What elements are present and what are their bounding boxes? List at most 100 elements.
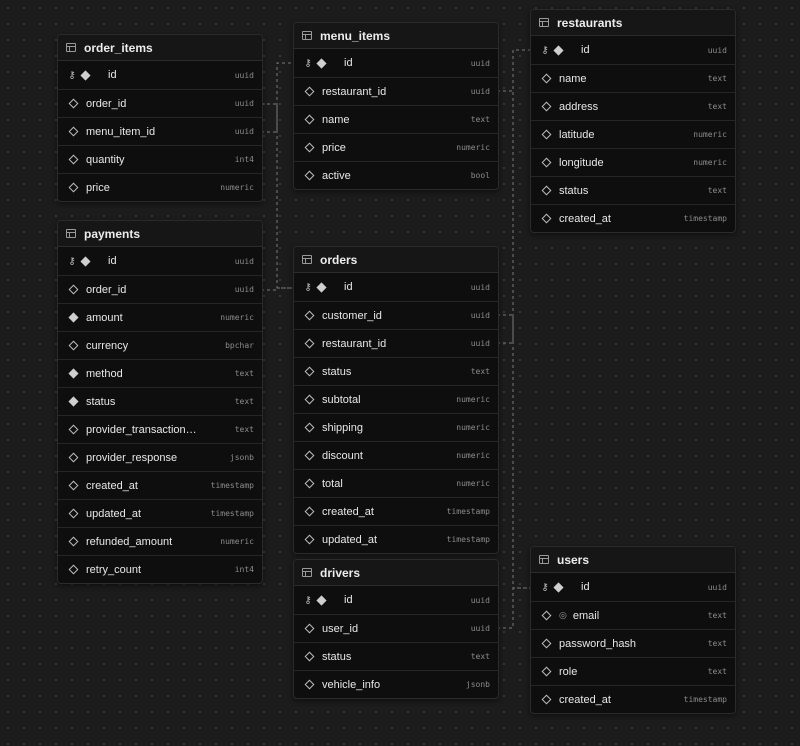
fk-menu-items-restaurant-id [497, 49, 530, 92]
column-row[interactable]: active bool [294, 161, 498, 189]
column-row[interactable]: currency bpchar [58, 331, 262, 359]
column-name: provider_response [86, 451, 178, 464]
column-row[interactable]: password_hash text [531, 629, 735, 657]
column-name: total [322, 477, 343, 490]
column-row[interactable]: ⚷ id uuid [531, 573, 735, 601]
table-header[interactable]: drivers [294, 560, 498, 586]
column-type: jsonb [465, 680, 490, 689]
hollow-diamond-icon [304, 170, 315, 181]
column-name: id [581, 44, 590, 56]
column-row[interactable]: customer_id uuid [294, 301, 498, 329]
column-row[interactable]: name text [294, 105, 498, 133]
column-row[interactable]: name text [531, 64, 735, 92]
column-row[interactable]: discount numeric [294, 441, 498, 469]
table-header[interactable]: payments [58, 221, 262, 247]
column-row[interactable]: ⚷ id uuid [294, 273, 498, 301]
column-type: uuid [470, 624, 490, 633]
column-row[interactable]: refunded_amount numeric [58, 527, 262, 555]
column-name: longitude [559, 156, 604, 169]
column-name: id [581, 581, 590, 593]
column-row[interactable]: menu_item_id uuid [58, 117, 262, 145]
table-menu-items[interactable]: menu_items ⚷ id uuid restaurant_id uuid name t… [293, 22, 499, 190]
table-name: menu_items [320, 28, 391, 43]
column-row[interactable]: ⚷ id uuid [58, 247, 262, 275]
column-row[interactable]: address text [531, 92, 735, 120]
column-row[interactable]: provider_response jsonb [58, 443, 262, 471]
column-row[interactable]: quantity int4 [58, 145, 262, 173]
column-row[interactable]: restaurant_id uuid [294, 329, 498, 357]
column-name: provider_transaction… [86, 423, 197, 436]
hollow-diamond-icon [541, 73, 552, 84]
column-type: text [234, 369, 254, 378]
column-row[interactable]: ⚷ id uuid [294, 586, 498, 614]
column-row[interactable]: ⚷ id uuid [294, 49, 498, 77]
table-header[interactable]: menu_items [294, 23, 498, 49]
column-row[interactable]: ⚷ id uuid [531, 36, 735, 64]
table-users[interactable]: users ⚷ id uuid ◎ email text password_hash text… [530, 546, 736, 714]
column-row[interactable]: status text [58, 387, 262, 415]
column-row[interactable]: price numeric [58, 173, 262, 201]
column-name: updated_at [322, 533, 378, 546]
column-row[interactable]: retry_count int4 [58, 555, 262, 583]
table-name: orders [320, 252, 358, 267]
column-row[interactable]: subtotal numeric [294, 385, 498, 413]
table-restaurants[interactable]: restaurants ⚷ id uuid name text address text la… [530, 9, 736, 233]
table-icon [539, 18, 549, 27]
column-row[interactable]: updated_at timestamp [58, 499, 262, 527]
column-row[interactable]: created_at timestamp [531, 204, 735, 232]
table-payments[interactable]: payments ⚷ id uuid order_id uuid amount numeri… [57, 220, 263, 584]
hollow-diamond-icon [541, 157, 552, 168]
filled-diamond-icon [316, 58, 327, 68]
column-row[interactable]: updated_at timestamp [294, 525, 498, 553]
column-row[interactable]: restaurant_id uuid [294, 77, 498, 105]
column-name: name [559, 72, 587, 85]
column-row[interactable]: created_at timestamp [294, 497, 498, 525]
column-row[interactable]: order_id uuid [58, 89, 262, 117]
column-row[interactable]: shipping numeric [294, 413, 498, 441]
hollow-diamond-icon [68, 182, 79, 193]
column-row[interactable]: price numeric [294, 133, 498, 161]
column-row[interactable]: ◎ email text [531, 601, 735, 629]
column-row[interactable]: created_at timestamp [531, 685, 735, 713]
table-drivers[interactable]: drivers ⚷ id uuid user_id uuid status text vehi… [293, 559, 499, 699]
column-row[interactable]: status text [531, 176, 735, 204]
table-header[interactable]: restaurants [531, 10, 735, 36]
column-row[interactable]: vehicle_info jsonb [294, 670, 498, 698]
column-type: uuid [234, 99, 254, 108]
column-name: id [344, 594, 353, 606]
column-name: id [108, 255, 117, 267]
column-row[interactable]: status text [294, 357, 498, 385]
column-name: created_at [559, 212, 611, 225]
column-row[interactable]: amount numeric [58, 303, 262, 331]
column-name: amount [86, 311, 123, 324]
table-orders[interactable]: orders ⚷ id uuid customer_id uuid restaurant_… [293, 246, 499, 554]
column-type: numeric [693, 158, 727, 167]
filled-diamond-icon [68, 368, 79, 379]
column-row[interactable]: created_at timestamp [58, 471, 262, 499]
column-type: text [707, 102, 727, 111]
table-icon [302, 31, 312, 40]
table-order-items[interactable]: order_items ⚷ id uuid order_id uuid menu_item… [57, 34, 263, 202]
column-type: text [707, 74, 727, 83]
column-row[interactable]: method text [58, 359, 262, 387]
column-row[interactable]: order_id uuid [58, 275, 262, 303]
key-icon: ⚷ [68, 255, 76, 267]
table-header[interactable]: orders [294, 247, 498, 273]
column-type: numeric [456, 143, 490, 152]
hollow-diamond-icon [541, 638, 552, 649]
table-header[interactable]: order_items [58, 35, 262, 61]
column-row[interactable]: status text [294, 642, 498, 670]
column-type: uuid [470, 339, 490, 348]
column-row[interactable]: user_id uuid [294, 614, 498, 642]
fingerprint-icon: ◎ [559, 610, 567, 620]
column-row[interactable]: provider_transaction… text [58, 415, 262, 443]
column-row[interactable]: latitude numeric [531, 120, 735, 148]
column-row[interactable]: longitude numeric [531, 148, 735, 176]
hollow-diamond-icon [68, 508, 79, 519]
table-header[interactable]: users [531, 547, 735, 573]
column-name: created_at [559, 693, 611, 706]
column-row[interactable]: role text [531, 657, 735, 685]
column-row[interactable]: ⚷ id uuid [58, 61, 262, 89]
column-row[interactable]: total numeric [294, 469, 498, 497]
hollow-diamond-icon [541, 185, 552, 196]
